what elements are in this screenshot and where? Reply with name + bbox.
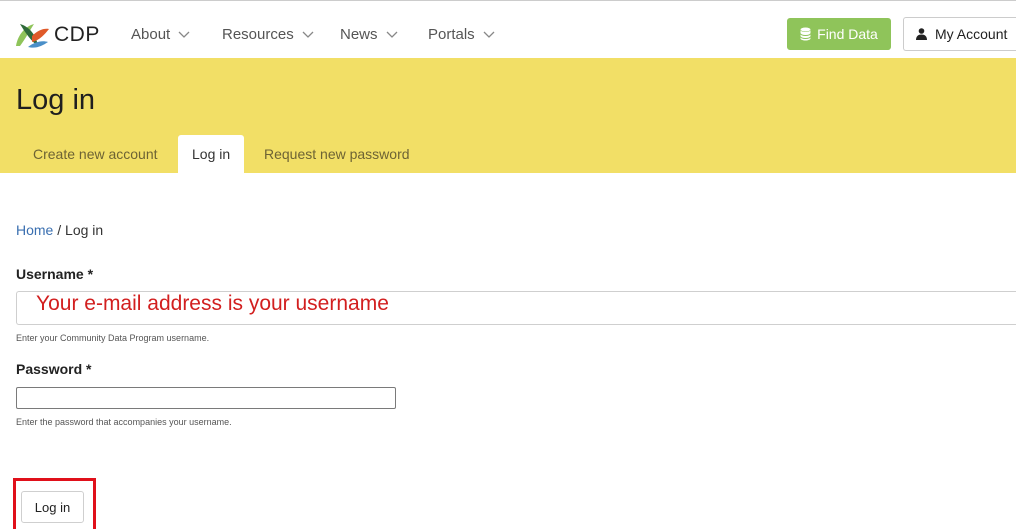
- password-help-text: Enter the password that accompanies your…: [16, 417, 232, 427]
- nav-about[interactable]: About: [131, 26, 190, 43]
- breadcrumb-home-link[interactable]: Home: [16, 222, 53, 238]
- tab-log-in[interactable]: Log in: [178, 135, 245, 173]
- chevron-down-icon: [302, 31, 314, 38]
- top-navbar: CDP About Resources News Portals Find Da…: [0, 0, 1016, 58]
- breadcrumb: Home / Log in: [16, 222, 103, 238]
- nav-news[interactable]: News: [340, 26, 398, 43]
- nav-resources-label: Resources: [222, 26, 294, 43]
- password-input[interactable]: [16, 387, 396, 409]
- find-data-label: Find Data: [817, 26, 878, 42]
- tab-create-account[interactable]: Create new account: [33, 135, 158, 173]
- cdp-leaf-icon: [16, 24, 49, 48]
- logo-text: CDP: [54, 23, 100, 46]
- find-data-button[interactable]: Find Data: [787, 18, 891, 50]
- chevron-down-icon: [178, 31, 190, 38]
- tab-request-password[interactable]: Request new password: [264, 135, 410, 173]
- username-annotation: Your e-mail address is your username: [36, 292, 389, 315]
- nav-portals-label: Portals: [428, 26, 475, 43]
- password-label: Password *: [16, 361, 92, 377]
- cdp-logo[interactable]: CDP: [14, 20, 100, 50]
- breadcrumb-current: Log in: [65, 222, 104, 238]
- database-icon: [800, 27, 812, 41]
- chevron-down-icon: [386, 31, 397, 38]
- user-icon: [916, 28, 927, 40]
- username-label: Username *: [16, 266, 94, 282]
- page-title: Log in: [16, 84, 96, 116]
- username-help-text: Enter your Community Data Program userna…: [16, 333, 210, 343]
- page-header-band: Log in Create new account Log in Request…: [0, 58, 1016, 173]
- nav-about-label: About: [131, 26, 171, 43]
- my-account-label: My Account: [935, 26, 1008, 42]
- my-account-button[interactable]: My Account: [903, 17, 1016, 51]
- breadcrumb-separator: /: [57, 222, 62, 238]
- nav-news-label: News: [340, 26, 378, 43]
- nav-resources[interactable]: Resources: [222, 26, 314, 43]
- nav-portals[interactable]: Portals: [428, 26, 495, 43]
- login-submit-button[interactable]: Log in: [21, 491, 84, 523]
- chevron-down-icon: [483, 31, 495, 38]
